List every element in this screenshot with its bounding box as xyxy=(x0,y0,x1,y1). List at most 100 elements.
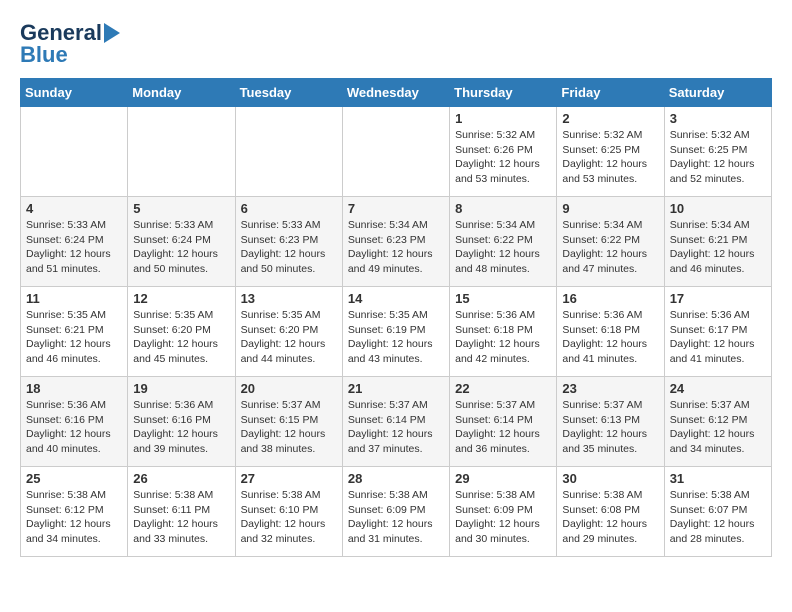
day-content: Sunrise: 5:38 AM Sunset: 6:11 PM Dayligh… xyxy=(133,488,229,547)
day-number: 3 xyxy=(670,111,766,126)
day-content: Sunrise: 5:38 AM Sunset: 6:07 PM Dayligh… xyxy=(670,488,766,547)
header-thursday: Thursday xyxy=(450,79,557,107)
header-tuesday: Tuesday xyxy=(235,79,342,107)
day-number: 13 xyxy=(241,291,337,306)
day-number: 18 xyxy=(26,381,122,396)
calendar-cell: 7 Sunrise: 5:34 AM Sunset: 6:23 PM Daylig… xyxy=(342,197,449,287)
day-content: Sunrise: 5:38 AM Sunset: 6:10 PM Dayligh… xyxy=(241,488,337,547)
day-number: 27 xyxy=(241,471,337,486)
day-content: Sunrise: 5:36 AM Sunset: 6:18 PM Dayligh… xyxy=(562,308,658,367)
logo-blue: Blue xyxy=(20,42,68,68)
day-content: Sunrise: 5:37 AM Sunset: 6:13 PM Dayligh… xyxy=(562,398,658,457)
day-number: 16 xyxy=(562,291,658,306)
calendar-cell: 22Sunrise: 5:37 AM Sunset: 6:14 PM Dayli… xyxy=(450,377,557,467)
calendar-week-1: 1Sunrise: 5:32 AM Sunset: 6:26 PM Daylig… xyxy=(21,107,772,197)
calendar-cell: 21 Sunrise: 5:37 AM Sunset: 6:14 PM Dayli… xyxy=(342,377,449,467)
calendar-cell: 26 Sunrise: 5:38 AM Sunset: 6:11 PM Dayli… xyxy=(128,467,235,557)
day-content: Sunrise: 5:37 AM Sunset: 6:14 PM Dayligh… xyxy=(455,398,551,457)
day-content: Sunrise: 5:34 AM Sunset: 6:23 PM Dayligh… xyxy=(348,218,444,277)
day-number: 9 xyxy=(562,201,658,216)
calendar-cell: 17Sunrise: 5:36 AM Sunset: 6:17 PM Dayli… xyxy=(664,287,771,377)
day-content: Sunrise: 5:38 AM Sunset: 6:08 PM Dayligh… xyxy=(562,488,658,547)
day-content: Sunrise: 5:36 AM Sunset: 6:16 PM Dayligh… xyxy=(26,398,122,457)
day-content: Sunrise: 5:36 AM Sunset: 6:17 PM Dayligh… xyxy=(670,308,766,367)
header-row: SundayMondayTuesdayWednesdayThursdayFrid… xyxy=(21,79,772,107)
day-content: Sunrise: 5:35 AM Sunset: 6:20 PM Dayligh… xyxy=(241,308,337,367)
day-content: Sunrise: 5:34 AM Sunset: 6:22 PM Dayligh… xyxy=(455,218,551,277)
calendar-cell xyxy=(128,107,235,197)
day-number: 24 xyxy=(670,381,766,396)
calendar-cell: 5Sunrise: 5:33 AM Sunset: 6:24 PM Daylig… xyxy=(128,197,235,287)
day-number: 21 xyxy=(348,381,444,396)
calendar-cell: 2 Sunrise: 5:32 AM Sunset: 6:25 PM Daylig… xyxy=(557,107,664,197)
day-number: 19 xyxy=(133,381,229,396)
day-content: Sunrise: 5:32 AM Sunset: 6:25 PM Dayligh… xyxy=(562,128,658,187)
calendar-cell: 11Sunrise: 5:35 AM Sunset: 6:21 PM Dayli… xyxy=(21,287,128,377)
day-content: Sunrise: 5:36 AM Sunset: 6:16 PM Dayligh… xyxy=(133,398,229,457)
calendar-cell: 1Sunrise: 5:32 AM Sunset: 6:26 PM Daylig… xyxy=(450,107,557,197)
calendar-cell: 3 Sunrise: 5:32 AM Sunset: 6:25 PM Daylig… xyxy=(664,107,771,197)
day-content: Sunrise: 5:35 AM Sunset: 6:19 PM Dayligh… xyxy=(348,308,444,367)
calendar-cell: 10 Sunrise: 5:34 AM Sunset: 6:21 PM Dayli… xyxy=(664,197,771,287)
day-content: Sunrise: 5:37 AM Sunset: 6:14 PM Dayligh… xyxy=(348,398,444,457)
page-header: General Blue xyxy=(20,20,772,68)
calendar-cell: 12 Sunrise: 5:35 AM Sunset: 6:20 PM Dayli… xyxy=(128,287,235,377)
day-number: 29 xyxy=(455,471,551,486)
day-number: 14 xyxy=(348,291,444,306)
day-content: Sunrise: 5:34 AM Sunset: 6:21 PM Dayligh… xyxy=(670,218,766,277)
calendar-cell: 29 Sunrise: 5:38 AM Sunset: 6:09 PM Dayli… xyxy=(450,467,557,557)
day-number: 28 xyxy=(348,471,444,486)
calendar-cell: 14 Sunrise: 5:35 AM Sunset: 6:19 PM Dayli… xyxy=(342,287,449,377)
calendar-cell: 25 Sunrise: 5:38 AM Sunset: 6:12 PM Dayli… xyxy=(21,467,128,557)
calendar-cell: 19 Sunrise: 5:36 AM Sunset: 6:16 PM Dayli… xyxy=(128,377,235,467)
day-content: Sunrise: 5:34 AM Sunset: 6:22 PM Dayligh… xyxy=(562,218,658,277)
header-saturday: Saturday xyxy=(664,79,771,107)
day-number: 20 xyxy=(241,381,337,396)
calendar-table: SundayMondayTuesdayWednesdayThursdayFrid… xyxy=(20,78,772,557)
calendar-week-3: 11Sunrise: 5:35 AM Sunset: 6:21 PM Dayli… xyxy=(21,287,772,377)
calendar-cell: 28 Sunrise: 5:38 AM Sunset: 6:09 PM Dayli… xyxy=(342,467,449,557)
header-monday: Monday xyxy=(128,79,235,107)
calendar-cell xyxy=(21,107,128,197)
day-number: 15 xyxy=(455,291,551,306)
day-content: Sunrise: 5:38 AM Sunset: 6:09 PM Dayligh… xyxy=(455,488,551,547)
day-content: Sunrise: 5:37 AM Sunset: 6:12 PM Dayligh… xyxy=(670,398,766,457)
calendar-cell: 20 Sunrise: 5:37 AM Sunset: 6:15 PM Dayli… xyxy=(235,377,342,467)
calendar-cell: 31 Sunrise: 5:38 AM Sunset: 6:07 PM Dayli… xyxy=(664,467,771,557)
calendar-cell: 27 Sunrise: 5:38 AM Sunset: 6:10 PM Dayli… xyxy=(235,467,342,557)
day-number: 8 xyxy=(455,201,551,216)
calendar-cell: 6 Sunrise: 5:33 AM Sunset: 6:23 PM Daylig… xyxy=(235,197,342,287)
day-number: 10 xyxy=(670,201,766,216)
day-number: 4 xyxy=(26,201,122,216)
day-number: 2 xyxy=(562,111,658,126)
day-number: 5 xyxy=(133,201,229,216)
day-content: Sunrise: 5:35 AM Sunset: 6:20 PM Dayligh… xyxy=(133,308,229,367)
day-number: 7 xyxy=(348,201,444,216)
calendar-header: SundayMondayTuesdayWednesdayThursdayFrid… xyxy=(21,79,772,107)
calendar-cell: 9 Sunrise: 5:34 AM Sunset: 6:22 PM Daylig… xyxy=(557,197,664,287)
day-content: Sunrise: 5:38 AM Sunset: 6:12 PM Dayligh… xyxy=(26,488,122,547)
day-content: Sunrise: 5:32 AM Sunset: 6:25 PM Dayligh… xyxy=(670,128,766,187)
calendar-cell xyxy=(235,107,342,197)
day-number: 30 xyxy=(562,471,658,486)
day-number: 23 xyxy=(562,381,658,396)
calendar-cell: 23 Sunrise: 5:37 AM Sunset: 6:13 PM Dayli… xyxy=(557,377,664,467)
header-sunday: Sunday xyxy=(21,79,128,107)
day-content: Sunrise: 5:38 AM Sunset: 6:09 PM Dayligh… xyxy=(348,488,444,547)
calendar-cell: 13 Sunrise: 5:35 AM Sunset: 6:20 PM Dayli… xyxy=(235,287,342,377)
day-content: Sunrise: 5:37 AM Sunset: 6:15 PM Dayligh… xyxy=(241,398,337,457)
day-content: Sunrise: 5:33 AM Sunset: 6:24 PM Dayligh… xyxy=(26,218,122,277)
calendar-week-2: 4 Sunrise: 5:33 AM Sunset: 6:24 PM Daylig… xyxy=(21,197,772,287)
calendar-week-4: 18 Sunrise: 5:36 AM Sunset: 6:16 PM Dayli… xyxy=(21,377,772,467)
day-content: Sunrise: 5:33 AM Sunset: 6:23 PM Dayligh… xyxy=(241,218,337,277)
day-number: 6 xyxy=(241,201,337,216)
logo-arrow-icon xyxy=(104,23,120,43)
day-number: 26 xyxy=(133,471,229,486)
calendar-cell: 4 Sunrise: 5:33 AM Sunset: 6:24 PM Daylig… xyxy=(21,197,128,287)
day-number: 31 xyxy=(670,471,766,486)
day-number: 11 xyxy=(26,291,122,306)
day-number: 1 xyxy=(455,111,551,126)
day-number: 25 xyxy=(26,471,122,486)
calendar-cell: 18 Sunrise: 5:36 AM Sunset: 6:16 PM Dayli… xyxy=(21,377,128,467)
day-number: 12 xyxy=(133,291,229,306)
